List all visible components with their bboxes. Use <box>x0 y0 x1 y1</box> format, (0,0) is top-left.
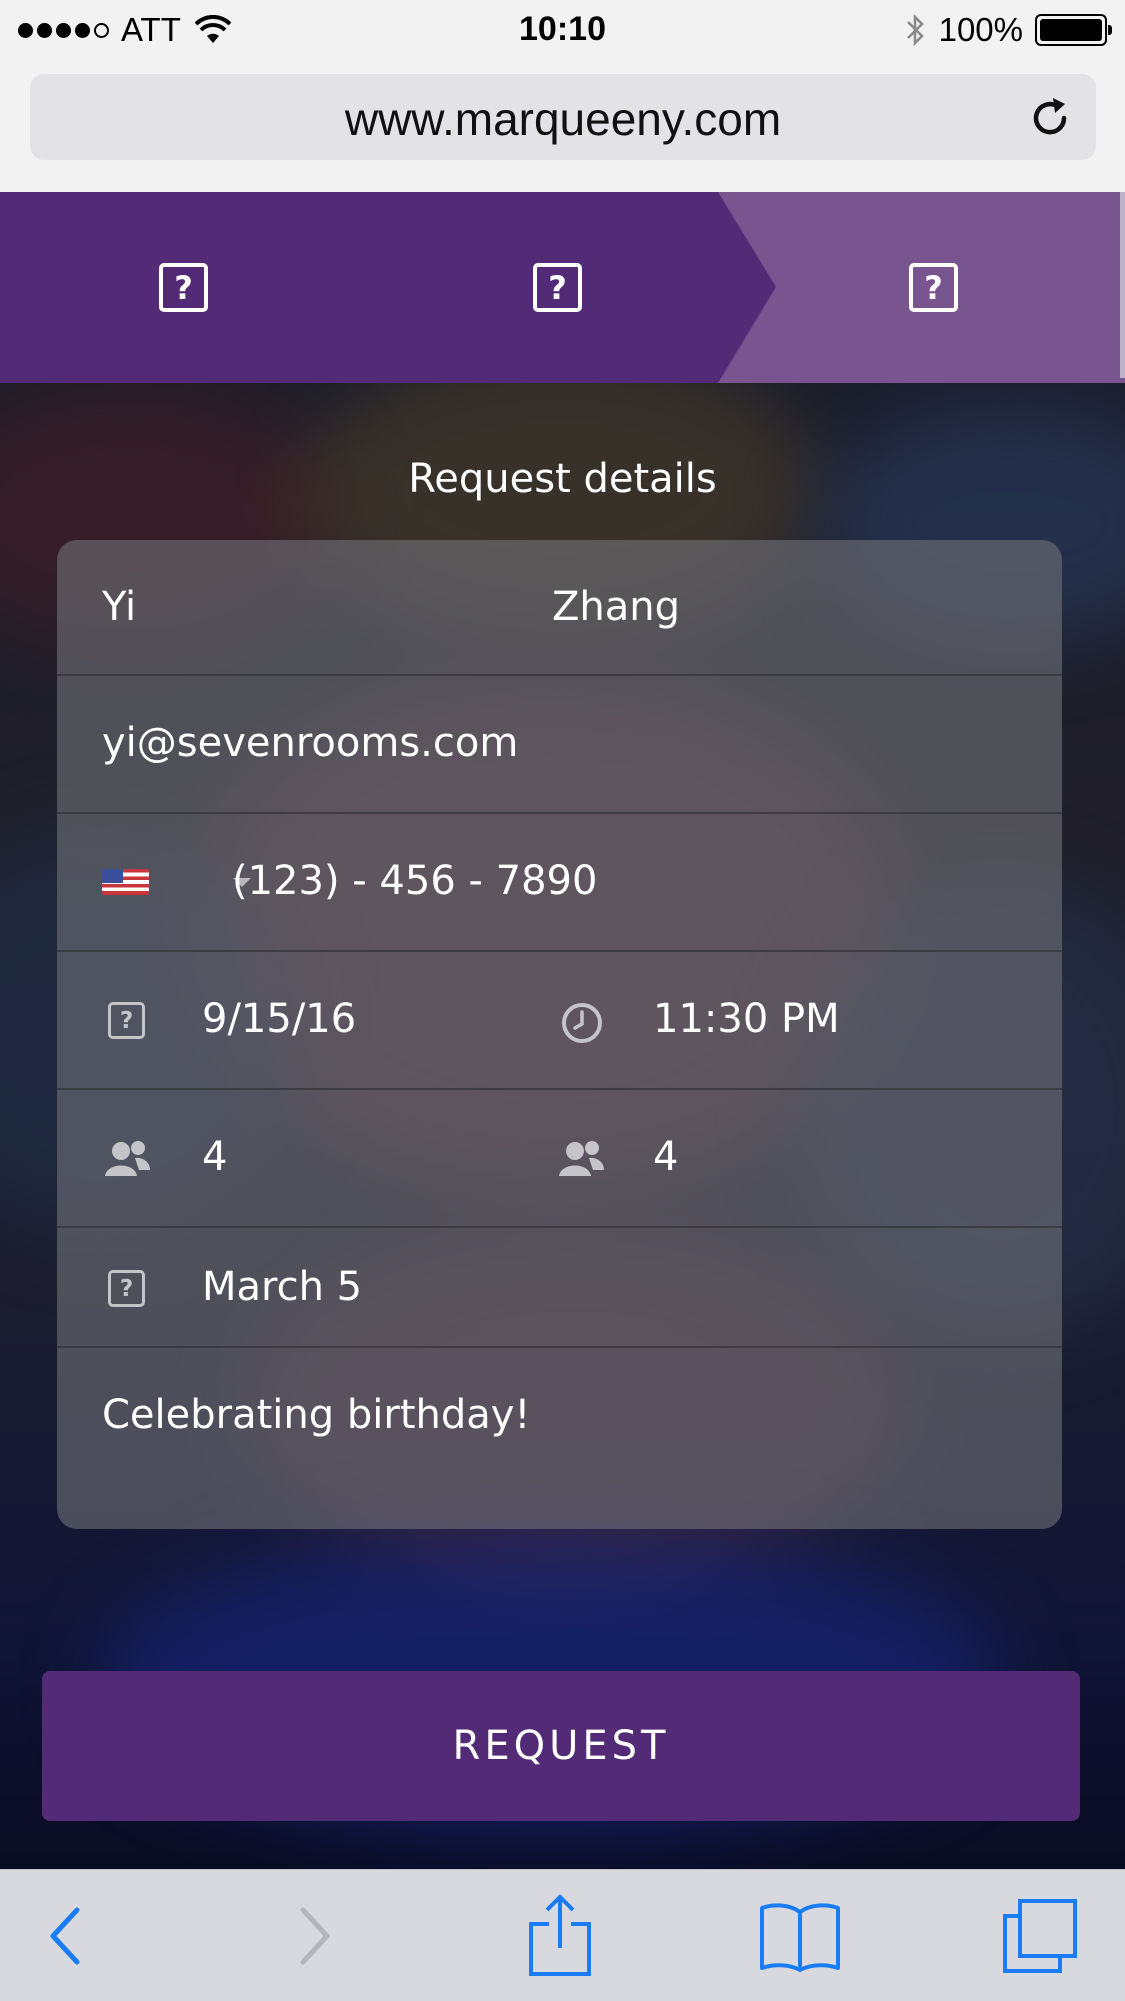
share-icon <box>529 1894 591 1976</box>
name-row: Yi Zhang <box>57 540 1062 676</box>
bookmarks-icon <box>760 1903 840 1972</box>
url-text: www.marqueeny.com <box>344 93 782 145</box>
tabs-icon <box>1003 1899 1077 1973</box>
occasion-row: ? March 5 <box>57 1228 1062 1348</box>
tabs-button[interactable] <box>995 1870 1085 2001</box>
forward-button[interactable] <box>280 1870 350 2001</box>
reload-icon[interactable] <box>1026 94 1074 142</box>
back-arrow-icon <box>50 1907 80 1965</box>
page-title: Request details <box>408 456 717 502</box>
guests-icon <box>105 1141 150 1176</box>
occasion-icon: ? <box>108 1270 145 1307</box>
phone-field[interactable]: (123) - 456 - 7890 <box>232 858 597 904</box>
time-field[interactable]: 11:30 PM <box>653 996 840 1042</box>
progress-steps: ? ? ? <box>0 192 1125 383</box>
battery-percent: 100% <box>938 11 1023 48</box>
bookmarks-button[interactable] <box>755 1870 845 2001</box>
scrollbar[interactable] <box>1120 192 1125 378</box>
share-button[interactable] <box>520 1870 600 2001</box>
notes-row: Celebrating birthday! <box>57 1348 1062 1529</box>
date-time-row: ? 9/15/16 11:30 PM <box>57 952 1062 1090</box>
address-bar[interactable]: www.marqueeny.com <box>30 74 1096 160</box>
email-field[interactable]: yi@sevenrooms.com <box>102 720 518 766</box>
browser-toolbar <box>0 1869 1125 2001</box>
notes-field[interactable]: Celebrating birthday! <box>102 1392 530 1438</box>
last-name-field[interactable]: Zhang <box>552 584 680 630</box>
phone-row: (123) - 456 - 7890 <box>57 814 1062 952</box>
guests-icon <box>559 1141 604 1176</box>
calendar-icon: ? <box>108 1002 145 1039</box>
party-size-field-1[interactable]: 4 <box>202 1134 227 1180</box>
step-1-icon[interactable]: ? <box>159 263 208 312</box>
back-button[interactable] <box>30 1870 100 2001</box>
step-2-icon[interactable]: ? <box>533 263 582 312</box>
date-field[interactable]: 9/15/16 <box>202 996 356 1042</box>
first-name-field[interactable]: Yi <box>102 584 136 630</box>
battery-icon <box>1035 14 1112 46</box>
browser-url-area: www.marqueeny.com <box>0 62 1125 192</box>
bluetooth-icon <box>906 13 924 47</box>
request-button[interactable]: REQUEST <box>42 1671 1080 1821</box>
forward-arrow-icon <box>300 1907 330 1965</box>
occasion-date-field[interactable]: March 5 <box>202 1264 362 1310</box>
step-3-icon[interactable]: ? <box>909 263 958 312</box>
party-size-row: 4 4 <box>57 1090 1062 1228</box>
us-flag-icon[interactable] <box>102 869 149 895</box>
clock-icon <box>562 1003 602 1043</box>
email-row: yi@sevenrooms.com <box>57 676 1062 814</box>
request-form: Yi Zhang yi@sevenrooms.com (123) - 456 -… <box>57 540 1062 1529</box>
party-size-field-2[interactable]: 4 <box>653 1134 678 1180</box>
status-bar: ATT 10:10 100% <box>0 0 1125 62</box>
